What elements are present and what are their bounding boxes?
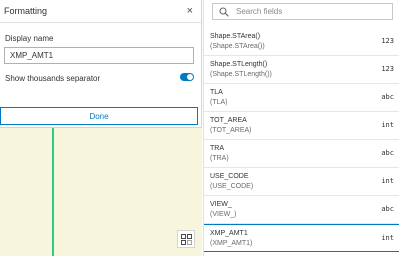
field-name: TOT_AREA [210,117,247,124]
field-type-icon: abc [381,205,394,213]
field-row[interactable]: VIEW_ (VIEW_) abc [204,196,399,224]
display-name-input[interactable] [4,47,194,64]
field-row[interactable]: Shape.STLength() (Shape.STLength()) 123 [204,56,399,84]
field-type-icon: 123 [381,65,394,73]
search-box[interactable] [212,3,393,20]
field-name: TRA [210,145,224,152]
field-row[interactable]: TLA (TLA) abc [204,84,399,112]
field-type-icon: abc [381,93,394,101]
toggle-knob [187,74,193,80]
field-row[interactable]: Shape.STArea() (Shape.STArea()) 123 [204,28,399,56]
field-row[interactable]: XMP_AMT1 (XMP_AMT1) int [204,224,399,252]
thousands-separator-toggle[interactable] [180,73,194,81]
field-name: Shape.STArea() [210,33,261,40]
thousands-separator-label: Show thousands separator [5,74,101,83]
field-alias: (TLA) [210,99,228,106]
field-row[interactable]: USE_CODE (USE_CODE) int [204,168,399,196]
field-name: Shape.STLength() [210,61,268,68]
field-list: Shape.STArea() (Shape.STArea()) 123 Shape.S… [204,28,399,252]
field-type-icon: int [381,121,394,129]
formatting-panel: Formatting × Display name Show thousands… [0,0,202,128]
field-alias: (Shape.STArea()) [210,43,265,50]
map-select-tool-button[interactable] [177,230,195,248]
done-button[interactable]: Done [0,107,198,125]
field-name: USE_CODE [210,173,249,180]
field-name: TLA [210,89,223,96]
search-input[interactable] [236,7,386,16]
field-alias: (TRA) [210,155,229,162]
field-alias: (XMP_AMT1) [210,240,253,247]
formatting-header: Formatting × [0,0,201,23]
grid-select-icon [180,233,192,245]
field-list-panel: Shape.STArea()(Shape.STArea())123Shape.S… [203,0,399,256]
map-feature-line [52,120,54,256]
field-name: VIEW_ [210,201,232,208]
field-alias: (TOT_AREA) [210,127,252,134]
search-icon [218,6,229,17]
field-row[interactable]: TOT_AREA (TOT_AREA) int [204,112,399,140]
field-type-icon: int [381,234,394,242]
field-name: XMP_AMT1 [210,230,248,237]
field-type-icon: abc [381,149,394,157]
field-alias: (USE_CODE) [210,183,254,190]
display-name-label: Display name [5,34,54,43]
formatting-title: Formatting [4,6,48,16]
field-alias: (VIEW_) [210,211,237,218]
field-type-icon: 123 [381,37,394,45]
field-type-icon: int [381,177,394,185]
field-alias: (Shape.STLength()) [210,71,272,78]
field-row[interactable]: TRA (TRA) abc [204,140,399,168]
close-icon[interactable]: × [187,5,193,17]
